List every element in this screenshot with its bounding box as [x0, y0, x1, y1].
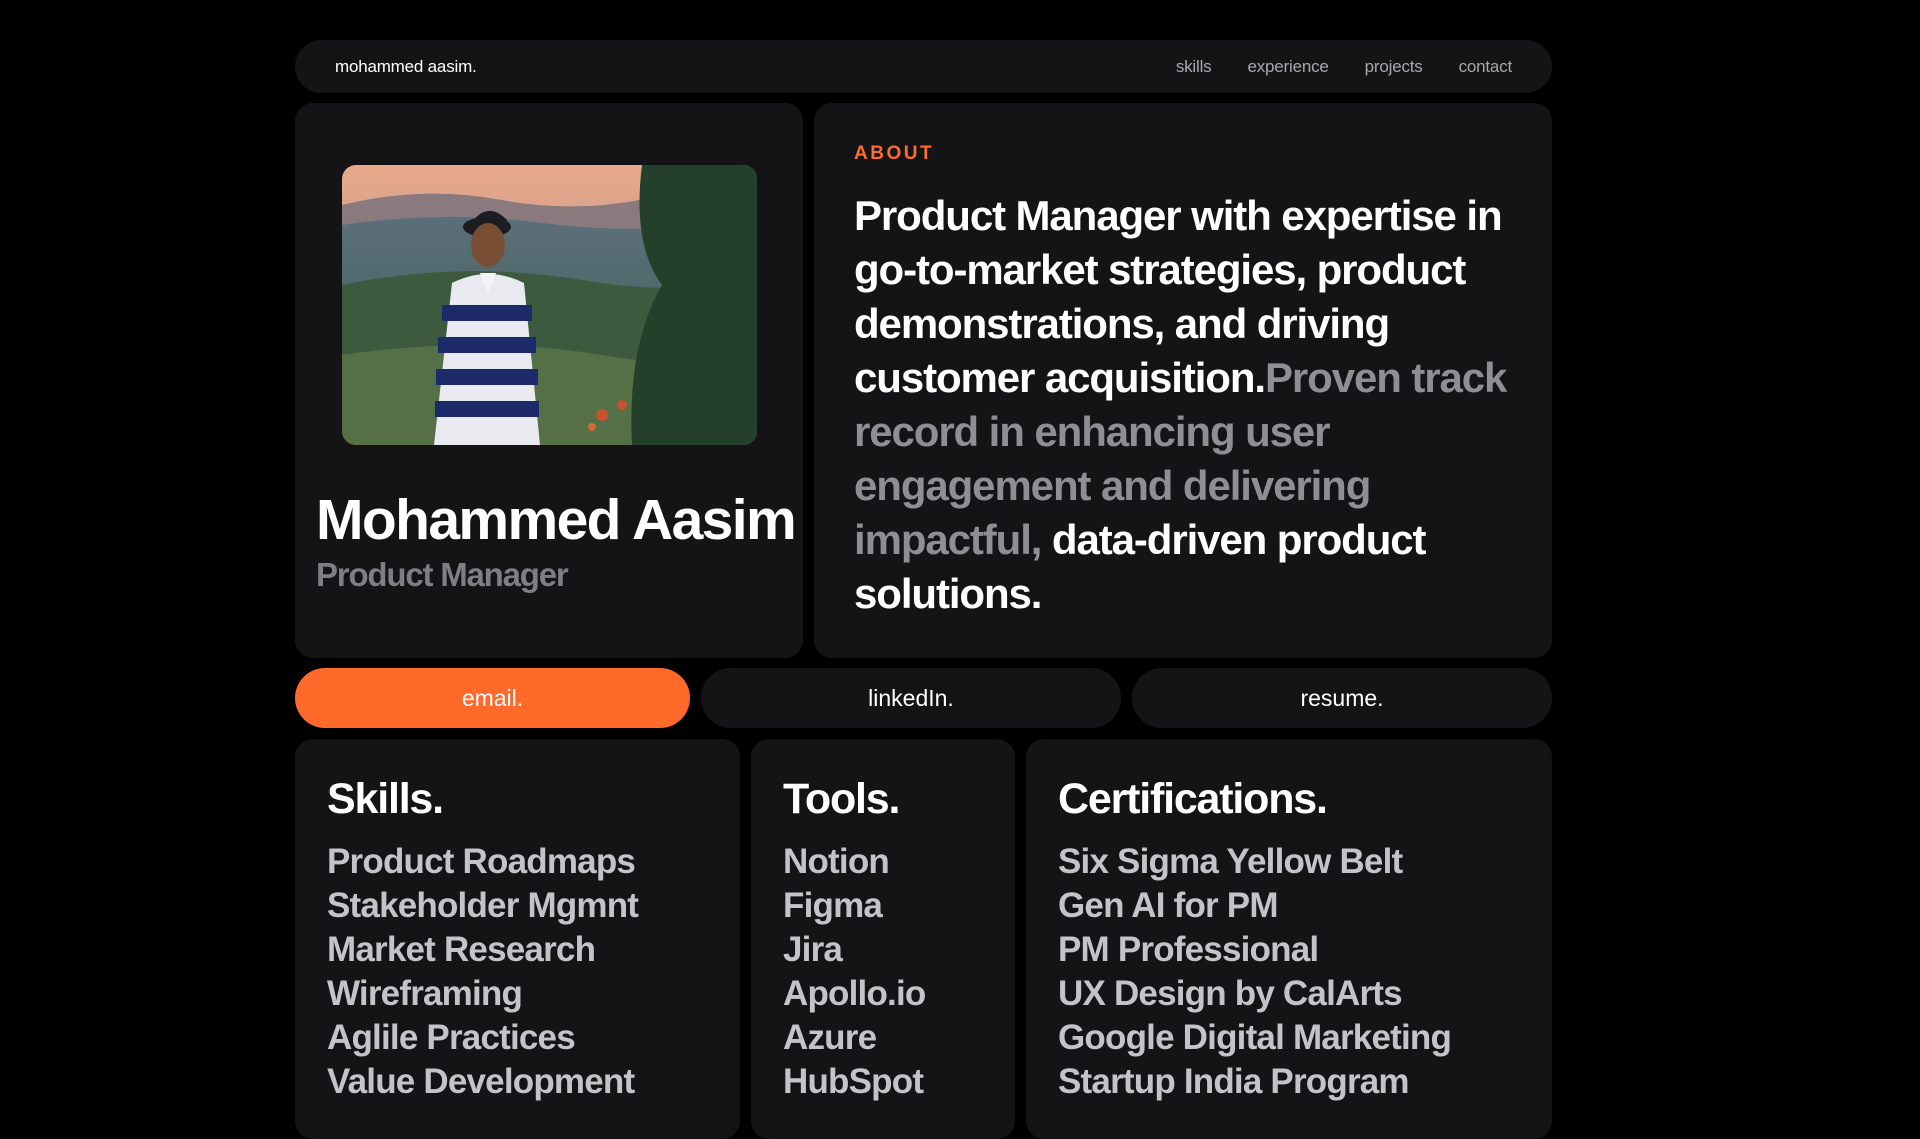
list-item: Azure — [783, 1018, 877, 1057]
profile-name: Mohammed Aasim — [316, 488, 797, 552]
email-button[interactable]: email. — [295, 668, 690, 728]
about-label: ABOUT — [854, 143, 935, 164]
top-navbar: mohammed aasim. skills experience projec… — [295, 40, 1552, 93]
profile-card: Mohammed Aasim Product Manager — [295, 103, 803, 658]
tools-card: Tools. Notion Figma Jira Apollo.io Azure… — [751, 739, 1015, 1139]
about-text: Product Manager with expertise in go-to-… — [854, 189, 1512, 621]
list-item: Startup India Program — [1058, 1062, 1410, 1101]
nav-link-contact[interactable]: contact — [1459, 57, 1513, 77]
list-item: Google Digital Marketing — [1058, 1018, 1452, 1057]
list-item: Notion — [783, 842, 890, 881]
skills-title: Skills. — [327, 775, 444, 823]
skills-list: Product Roadmaps Stakeholder Mgmnt Marke… — [327, 840, 708, 1104]
brand-logo[interactable]: mohammed aasim. — [335, 57, 477, 77]
lists-row: Skills. Product Roadmaps Stakeholder Mgm… — [295, 739, 1552, 1139]
nav-links: skills experience projects contact — [1176, 57, 1512, 77]
list-item: Figma — [783, 886, 883, 925]
certifications-title: Certifications. — [1058, 775, 1328, 823]
page-container: mohammed aasim. skills experience projec… — [295, 40, 1552, 1139]
list-item: Six Sigma Yellow Belt — [1058, 842, 1403, 881]
profile-photo-image — [342, 165, 757, 445]
list-item: Wireframing — [327, 974, 523, 1013]
list-item: Aglile Practices — [327, 1018, 576, 1057]
skills-card: Skills. Product Roadmaps Stakeholder Mgm… — [295, 739, 740, 1139]
list-item: UX Design by CalArts — [1058, 974, 1403, 1013]
list-item: Stakeholder Mgmnt — [327, 886, 639, 925]
hero-row: Mohammed Aasim Product Manager ABOUT Pro… — [295, 103, 1552, 658]
profile-role: Product Manager — [316, 556, 569, 593]
list-item: Jira — [783, 930, 843, 969]
profile-photo — [342, 165, 757, 445]
list-item: Apollo.io — [783, 974, 926, 1013]
certifications-list: Six Sigma Yellow Belt Gen AI for PM PM P… — [1058, 840, 1520, 1104]
tools-title: Tools. — [783, 775, 900, 823]
nav-link-skills[interactable]: skills — [1176, 57, 1212, 77]
list-item: HubSpot — [783, 1062, 924, 1101]
list-item: Value Development — [327, 1062, 635, 1101]
certifications-card: Certifications. Six Sigma Yellow Belt Ge… — [1026, 739, 1552, 1139]
list-item: Gen AI for PM — [1058, 886, 1279, 925]
list-item: PM Professional — [1058, 930, 1319, 969]
list-item: Product Roadmaps — [327, 842, 636, 881]
about-card: ABOUT Product Manager with expertise in … — [814, 103, 1552, 658]
resume-button[interactable]: resume. — [1132, 668, 1552, 728]
nav-link-experience[interactable]: experience — [1247, 57, 1328, 77]
nav-link-projects[interactable]: projects — [1365, 57, 1423, 77]
contact-buttons-row: email. linkedIn. resume. — [295, 668, 1552, 728]
linkedin-button[interactable]: linkedIn. — [701, 668, 1121, 728]
tools-list: Notion Figma Jira Apollo.io Azure HubSpo… — [783, 840, 983, 1104]
list-item: Market Research — [327, 930, 596, 969]
